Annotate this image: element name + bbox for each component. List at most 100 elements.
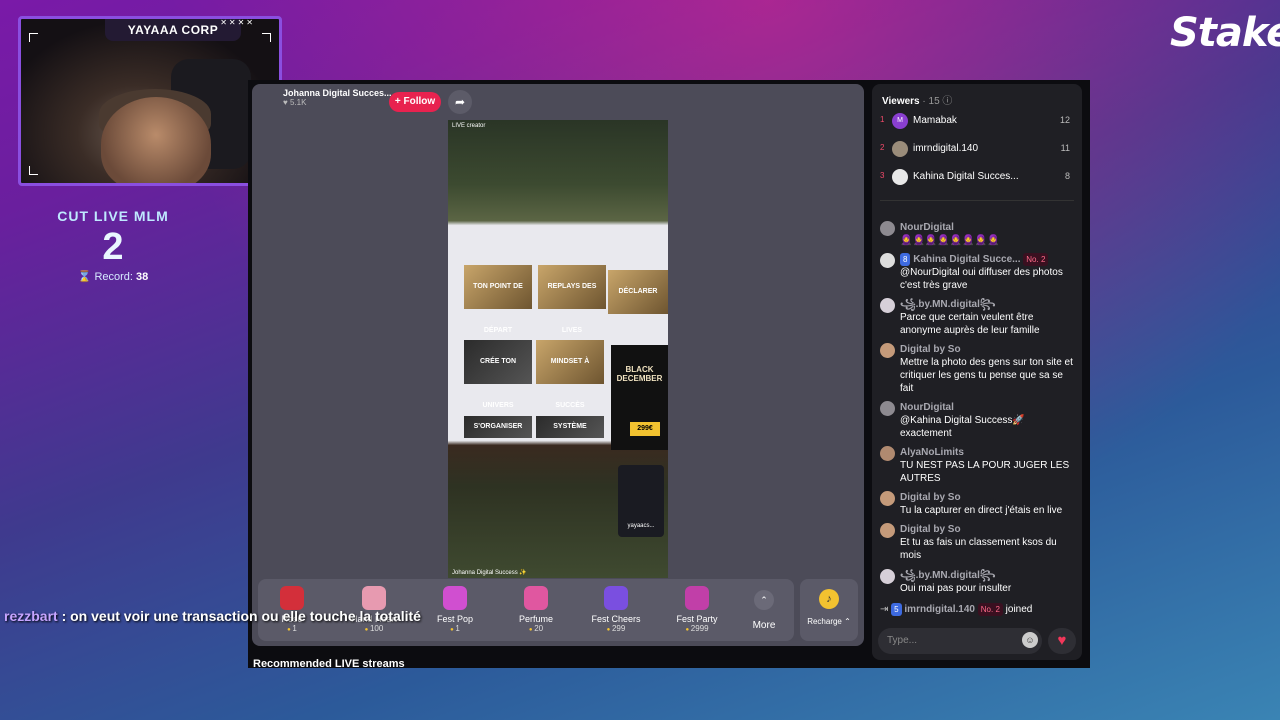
video-tile: MINDSET À SUCCÈS — [536, 340, 604, 409]
gift-cost: 20 — [506, 624, 566, 633]
recharge-label: Recharge ⌃ — [807, 617, 851, 626]
chat-message[interactable]: Digital by So Tu la capturer en direct j'… — [880, 491, 1076, 517]
viewer-score: 11 — [1060, 143, 1070, 153]
record-label: Record: — [94, 271, 133, 283]
chat-input[interactable]: Type... — [878, 628, 1042, 654]
chat-user: Digital by So — [900, 492, 961, 503]
viewer-row[interactable]: 1 M Mamabak 12 — [880, 111, 1074, 131]
avatar — [880, 221, 895, 236]
gift-label: Perfume — [518, 614, 553, 624]
chat-text: TU NEST PAS LA POUR JUGER LES AUTRES — [900, 460, 1070, 484]
more-label: More — [752, 620, 776, 631]
video-tile: CRÉE TON UNIVERS — [464, 340, 532, 409]
chat-message[interactable]: Digital by So Et tu as fais un classement… — [880, 523, 1076, 562]
promo-price: 299€ — [630, 422, 660, 436]
fest-party-icon — [685, 586, 709, 610]
gift-perfume[interactable]: Perfume20 — [506, 586, 566, 633]
level-badge: 8 — [900, 253, 911, 266]
host-name[interactable]: Johanna Digital Succes... — [283, 88, 391, 98]
avatar — [880, 343, 895, 358]
gift-cost: 299 — [586, 624, 646, 633]
cam-corner — [262, 33, 271, 42]
viewers-header[interactable]: Viewers · 15 ⓘ — [882, 92, 952, 107]
chat-user: Digital by So — [900, 344, 961, 355]
chat-text: Mettre la photo des gens sur ton site et… — [900, 357, 1073, 394]
gift-fest-party[interactable]: Fest Party2999 — [667, 586, 727, 633]
avatar: M — [892, 113, 908, 129]
chat-message[interactable]: ꧁.by.MN.digital꧂ Parce que certain veulen… — [880, 298, 1076, 337]
viewer-row[interactable]: 3 Kahina Digital Succes... 8 — [880, 167, 1074, 187]
video-tile: TON POINT DE DÉPART — [464, 265, 532, 334]
chat-user: Digital by So — [900, 524, 961, 535]
more-gifts-button[interactable]: ⌃ More — [746, 590, 782, 631]
cut-counter: CUT LIVE MLM 2 ⌛ Record: 38 — [0, 208, 226, 283]
live-video[interactable]: LIVE creator TON POINT DE DÉPART REPLAYS… — [448, 120, 668, 578]
viewer-score: 12 — [1059, 115, 1070, 125]
avatar — [880, 401, 895, 416]
chat-message[interactable]: NourDigital @Kahina Digital Success🚀 exac… — [880, 401, 1076, 440]
chat-user: Kahina Digital Succe... — [913, 254, 1021, 265]
record: ⌛ Record: 38 — [0, 270, 226, 283]
chat-user: NourDigital — [900, 402, 954, 413]
webcam-overlay: YAYAAA CORP ✕✕✕✕ — [18, 16, 282, 186]
gift-fest-cheers[interactable]: Fest Cheers299 — [586, 586, 646, 633]
viewer-score: 8 — [1064, 171, 1070, 181]
video-footer: Johanna Digital Success ✨ — [452, 570, 527, 576]
chat-message[interactable]: 8 Kahina Digital Succe... No. 2 @NourDigi… — [880, 253, 1076, 292]
viewer-name: Mamabak — [913, 115, 957, 126]
video-tile: DÉCLARER — [608, 270, 668, 314]
chat-message[interactable]: NourDigital 🧕🧕🧕🧕🧕🧕🧕🧕 — [880, 221, 1076, 247]
divider — [880, 200, 1074, 201]
chat-user: ꧁.by.MN.digital꧂ — [900, 570, 996, 581]
avatar — [892, 141, 908, 157]
avatar — [880, 446, 895, 461]
cam-corner — [29, 166, 38, 175]
chat-text: @NourDigital oui diffuser des photos c'e… — [900, 267, 1063, 291]
gift-cost: 2999 — [667, 624, 727, 633]
avatar — [880, 491, 895, 506]
chat-text: Tu la capturer en direct j'étais en live — [900, 505, 1063, 516]
recharge-button[interactable]: ♪ Recharge ⌃ — [800, 579, 858, 641]
chat-user: AlyaNoLimits — [900, 447, 964, 458]
chat-message[interactable]: ꧁.by.MN.digital꧂ Oui mai pas pour insulte… — [880, 569, 1076, 595]
featured-comment: rezzbart : on veut voir une transaction … — [4, 603, 444, 629]
record-value: 38 — [136, 271, 149, 283]
avatar — [880, 569, 895, 584]
rank-badge: No. 2 — [1023, 253, 1049, 266]
viewers-count: · 15 ⓘ — [922, 96, 953, 107]
viewer-rank: 3 — [880, 171, 885, 180]
chat-text: Et tu as fais un classement ksos du mois — [900, 537, 1057, 561]
chat-text: Parce que certain veulent être anonyme a… — [900, 312, 1040, 336]
heart-icon[interactable]: ♥ — [1048, 628, 1076, 654]
fest-cheers-icon — [604, 586, 628, 610]
fest-pop-icon — [443, 586, 467, 610]
chat-message[interactable]: Digital by So Mettre la photo des gens su… — [880, 343, 1076, 395]
join-text: joined — [1005, 604, 1033, 615]
join-icon: ⇥ — [880, 604, 889, 615]
rank-badge: No. 2 — [977, 603, 1003, 616]
chat-message[interactable]: AlyaNoLimits TU NEST PAS LA POUR JUGER LE… — [880, 446, 1076, 485]
join-message[interactable]: ⇥ 5 imrndigital.140 No. 2 joined — [880, 603, 1076, 616]
level-badge: 5 — [891, 603, 902, 616]
chat-user: ꧁.by.MN.digital꧂ — [900, 299, 996, 310]
avatar — [880, 298, 895, 313]
cam-decoration: ✕✕✕✕ — [220, 18, 255, 27]
tiktok-coin-icon: ♪ — [819, 589, 839, 609]
viewers-label: Viewers — [882, 96, 920, 107]
emoji-icon[interactable]: ☺ — [1022, 632, 1038, 648]
chat-user: NourDigital — [900, 222, 954, 233]
streamer-head — [101, 97, 211, 183]
share-icon[interactable]: ➦ — [448, 90, 472, 114]
chat-text: 🧕🧕🧕🧕🧕🧕🧕🧕 — [900, 235, 1000, 246]
cam-corner — [29, 33, 38, 42]
chat-text: @Kahina Digital Success🚀 exactement — [900, 415, 1025, 439]
host-info[interactable]: Johanna Digital Succes... ♥ 5.1K — [283, 88, 391, 107]
viewer-row[interactable]: 2 imrndigital.140 11 — [880, 139, 1074, 159]
viewer-name: imrndigital.140 — [913, 143, 979, 154]
follow-button[interactable]: + Follow — [389, 92, 441, 112]
avatar — [892, 169, 908, 185]
chat-text: Oui mai pas pour insulter — [900, 583, 1012, 594]
chevron-up-icon: ⌃ — [754, 590, 774, 610]
video-tile: REPLAYS DES LIVES — [538, 265, 606, 334]
counter-value: 2 — [102, 226, 124, 268]
